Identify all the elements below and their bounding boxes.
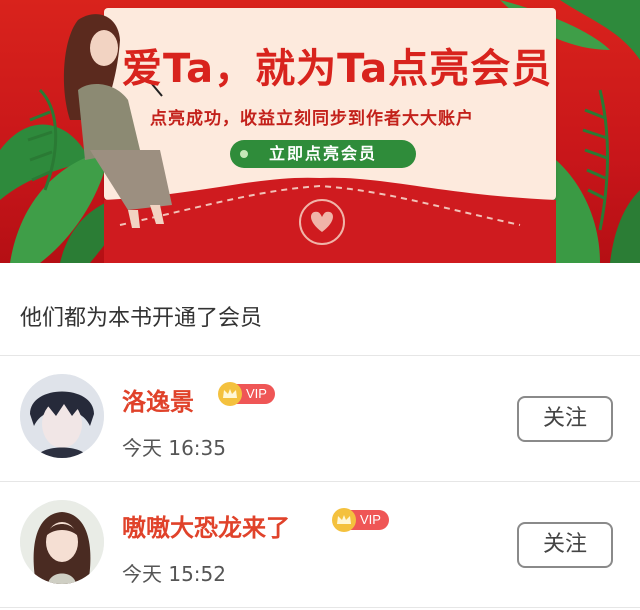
activate-membership-button[interactable]: 立即点亮会员: [230, 140, 416, 168]
avatar[interactable]: [20, 500, 104, 584]
banner-title: 爱Ta，就为Ta点亮会员: [122, 46, 553, 92]
member-name[interactable]: 洛逸景: [122, 382, 194, 417]
section-title: 他们都为本书开通了会员: [20, 306, 263, 331]
avatar[interactable]: [20, 374, 104, 458]
follow-button[interactable]: 关注: [517, 522, 613, 568]
join-time: 今天 16:35: [122, 436, 226, 460]
divider: [0, 607, 640, 608]
activate-membership-label: 立即点亮会员: [268, 144, 377, 163]
join-time: 今天 15:52: [122, 562, 226, 586]
vip-badge: VIP: [332, 508, 389, 532]
member-row[interactable]: 嗷嗷大恐龙来了 VIP 今天 15:52 关注: [0, 482, 640, 606]
crown-icon: [218, 382, 242, 406]
promo-banner[interactable]: 爱Ta，就为Ta点亮会员 点亮成功，收益立刻同步到作者大大账户 立即点亮会员: [0, 0, 640, 263]
button-dot-icon: [240, 150, 248, 158]
member-name[interactable]: 嗷嗷大恐龙来了: [122, 508, 290, 543]
crown-icon: [332, 508, 356, 532]
follow-button[interactable]: 关注: [517, 396, 613, 442]
banner-subtitle: 点亮成功，收益立刻同步到作者大大账户: [150, 109, 474, 129]
member-row[interactable]: 洛逸景 VIP 今天 16:35 关注: [0, 356, 640, 480]
vip-badge: VIP: [218, 382, 275, 406]
